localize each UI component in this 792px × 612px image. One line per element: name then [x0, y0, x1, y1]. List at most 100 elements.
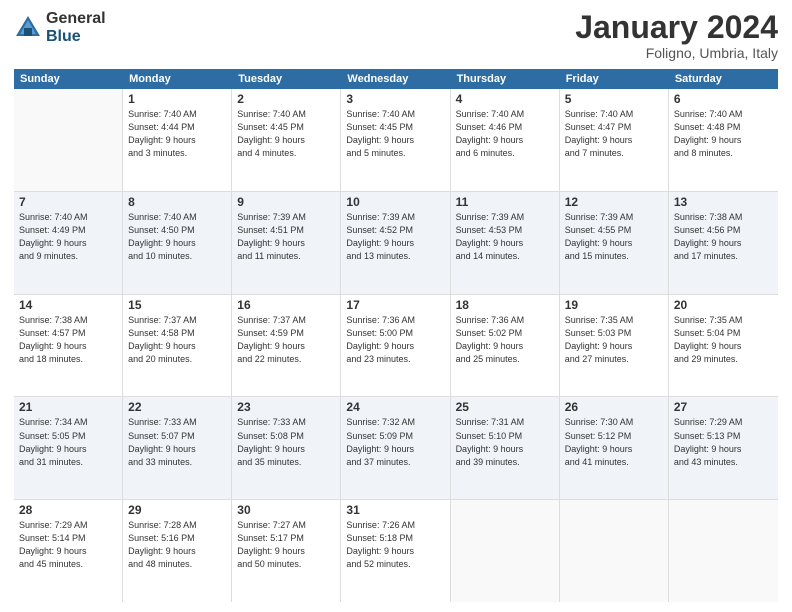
- day-info: Sunrise: 7:34 AM Sunset: 5:05 PM Dayligh…: [19, 416, 117, 468]
- calendar-cell-5-5: [451, 500, 560, 602]
- day-number: 8: [128, 195, 226, 209]
- header: General Blue January 2024 Foligno, Umbri…: [14, 10, 778, 61]
- calendar-cell-2-7: 13Sunrise: 7:38 AM Sunset: 4:56 PM Dayli…: [669, 192, 778, 294]
- day-info: Sunrise: 7:33 AM Sunset: 5:08 PM Dayligh…: [237, 416, 335, 468]
- calendar-cell-1-2: 1 Sunrise: 7:40 AM Sunset: 4:44 PM Daylig…: [123, 89, 232, 191]
- day-number: 14: [19, 298, 117, 312]
- day-info: Sunrise: 7:40 AM Sunset: 4:45 PM Dayligh…: [237, 108, 335, 160]
- day-info: Sunrise: 7:39 AM Sunset: 4:53 PM Dayligh…: [456, 211, 554, 263]
- calendar-cell-4-7: 27 Sunrise: 7:29 AM Sunset: 5:13 PM Dayli…: [669, 397, 778, 499]
- header-day-friday: Friday: [560, 69, 669, 89]
- calendar-header: SundayMondayTuesdayWednesdayThursdayFrid…: [14, 69, 778, 89]
- title-location: Foligno, Umbria, Italy: [575, 45, 778, 61]
- day-number: 18: [456, 298, 554, 312]
- day-number: 3: [346, 92, 444, 106]
- header-day-sunday: Sunday: [14, 69, 123, 89]
- day-info: Sunrise: 7:35 AM Sunset: 5:03 PM Dayligh…: [565, 314, 663, 366]
- calendar-cell-5-3: 30Sunrise: 7:27 AM Sunset: 5:17 PM Dayli…: [232, 500, 341, 602]
- day-info: Sunrise: 7:40 AM Sunset: 4:47 PM Dayligh…: [565, 108, 663, 160]
- calendar-cell-5-6: [560, 500, 669, 602]
- day-number: 13: [674, 195, 773, 209]
- day-number: 26: [565, 400, 663, 414]
- logo-text: General Blue: [46, 10, 106, 45]
- logo-general: General: [46, 10, 106, 28]
- calendar-cell-5-1: 28 Sunrise: 7:29 AM Sunset: 5:14 PM Dayli…: [14, 500, 123, 602]
- day-info: Sunrise: 7:40 AM Sunset: 4:45 PM Dayligh…: [346, 108, 444, 160]
- calendar-cell-2-1: 7 Sunrise: 7:40 AM Sunset: 4:49 PM Daylig…: [14, 192, 123, 294]
- calendar-cell-4-4: 24 Sunrise: 7:32 AM Sunset: 5:09 PM Dayli…: [341, 397, 450, 499]
- day-number: 4: [456, 92, 554, 106]
- day-number: 29: [128, 503, 226, 517]
- calendar-cell-4-6: 26Sunrise: 7:30 AM Sunset: 5:12 PM Dayli…: [560, 397, 669, 499]
- day-number: 17: [346, 298, 444, 312]
- calendar-cell-3-7: 20 Sunrise: 7:35 AM Sunset: 5:04 PM Dayli…: [669, 295, 778, 397]
- day-number: 25: [456, 400, 554, 414]
- header-day-thursday: Thursday: [451, 69, 560, 89]
- header-day-saturday: Saturday: [669, 69, 778, 89]
- day-info: Sunrise: 7:39 AM Sunset: 4:51 PM Dayligh…: [237, 211, 335, 263]
- day-number: 2: [237, 92, 335, 106]
- calendar-cell-1-3: 2 Sunrise: 7:40 AM Sunset: 4:45 PM Daylig…: [232, 89, 341, 191]
- day-number: 9: [237, 195, 335, 209]
- day-number: 11: [456, 195, 554, 209]
- calendar-cell-4-5: 25 Sunrise: 7:31 AM Sunset: 5:10 PM Dayli…: [451, 397, 560, 499]
- day-number: 20: [674, 298, 773, 312]
- logo-blue: Blue: [46, 28, 106, 46]
- day-info: Sunrise: 7:40 AM Sunset: 4:44 PM Dayligh…: [128, 108, 226, 160]
- logo-icon: [14, 14, 42, 42]
- day-number: 24: [346, 400, 444, 414]
- day-number: 6: [674, 92, 773, 106]
- calendar-cell-5-4: 31Sunrise: 7:26 AM Sunset: 5:18 PM Dayli…: [341, 500, 450, 602]
- calendar-cell-5-2: 29Sunrise: 7:28 AM Sunset: 5:16 PM Dayli…: [123, 500, 232, 602]
- header-day-wednesday: Wednesday: [341, 69, 450, 89]
- calendar-cell-4-3: 23 Sunrise: 7:33 AM Sunset: 5:08 PM Dayli…: [232, 397, 341, 499]
- day-info: Sunrise: 7:40 AM Sunset: 4:48 PM Dayligh…: [674, 108, 773, 160]
- calendar-cell-4-2: 22Sunrise: 7:33 AM Sunset: 5:07 PM Dayli…: [123, 397, 232, 499]
- calendar-cell-3-6: 19Sunrise: 7:35 AM Sunset: 5:03 PM Dayli…: [560, 295, 669, 397]
- calendar-cell-3-2: 15 Sunrise: 7:37 AM Sunset: 4:58 PM Dayli…: [123, 295, 232, 397]
- day-info: Sunrise: 7:40 AM Sunset: 4:50 PM Dayligh…: [128, 211, 226, 263]
- day-number: 28: [19, 503, 117, 517]
- calendar-cell-3-4: 17Sunrise: 7:36 AM Sunset: 5:00 PM Dayli…: [341, 295, 450, 397]
- calendar-cell-1-1: [14, 89, 123, 191]
- day-info: Sunrise: 7:40 AM Sunset: 4:49 PM Dayligh…: [19, 211, 117, 263]
- calendar-cell-3-1: 14 Sunrise: 7:38 AM Sunset: 4:57 PM Dayli…: [14, 295, 123, 397]
- day-number: 7: [19, 195, 117, 209]
- calendar-body: 1 Sunrise: 7:40 AM Sunset: 4:44 PM Daylig…: [14, 89, 778, 602]
- day-info: Sunrise: 7:39 AM Sunset: 4:55 PM Dayligh…: [565, 211, 663, 263]
- day-number: 23: [237, 400, 335, 414]
- header-day-monday: Monday: [123, 69, 232, 89]
- calendar-cell-1-4: 3 Sunrise: 7:40 AM Sunset: 4:45 PM Daylig…: [341, 89, 450, 191]
- calendar-row-3: 14 Sunrise: 7:38 AM Sunset: 4:57 PM Dayli…: [14, 295, 778, 398]
- day-info: Sunrise: 7:35 AM Sunset: 5:04 PM Dayligh…: [674, 314, 773, 366]
- calendar-cell-2-5: 11 Sunrise: 7:39 AM Sunset: 4:53 PM Dayli…: [451, 192, 560, 294]
- day-number: 5: [565, 92, 663, 106]
- calendar-cell-3-3: 16Sunrise: 7:37 AM Sunset: 4:59 PM Dayli…: [232, 295, 341, 397]
- calendar-cell-1-5: 4 Sunrise: 7:40 AM Sunset: 4:46 PM Daylig…: [451, 89, 560, 191]
- title-month: January 2024: [575, 10, 778, 45]
- day-info: Sunrise: 7:31 AM Sunset: 5:10 PM Dayligh…: [456, 416, 554, 468]
- day-info: Sunrise: 7:29 AM Sunset: 5:14 PM Dayligh…: [19, 519, 117, 571]
- day-info: Sunrise: 7:38 AM Sunset: 4:57 PM Dayligh…: [19, 314, 117, 366]
- day-number: 27: [674, 400, 773, 414]
- day-number: 10: [346, 195, 444, 209]
- day-number: 21: [19, 400, 117, 414]
- day-info: Sunrise: 7:27 AM Sunset: 5:17 PM Dayligh…: [237, 519, 335, 571]
- day-number: 1: [128, 92, 226, 106]
- day-info: Sunrise: 7:37 AM Sunset: 4:58 PM Dayligh…: [128, 314, 226, 366]
- calendar-cell-4-1: 21 Sunrise: 7:34 AM Sunset: 5:05 PM Dayli…: [14, 397, 123, 499]
- title-block: January 2024 Foligno, Umbria, Italy: [575, 10, 778, 61]
- calendar-cell-3-5: 18Sunrise: 7:36 AM Sunset: 5:02 PM Dayli…: [451, 295, 560, 397]
- header-day-tuesday: Tuesday: [232, 69, 341, 89]
- day-number: 12: [565, 195, 663, 209]
- day-number: 16: [237, 298, 335, 312]
- day-info: Sunrise: 7:39 AM Sunset: 4:52 PM Dayligh…: [346, 211, 444, 263]
- day-info: Sunrise: 7:29 AM Sunset: 5:13 PM Dayligh…: [674, 416, 773, 468]
- logo: General Blue: [14, 10, 106, 45]
- calendar-cell-1-6: 5 Sunrise: 7:40 AM Sunset: 4:47 PM Daylig…: [560, 89, 669, 191]
- calendar-cell-5-7: [669, 500, 778, 602]
- day-number: 15: [128, 298, 226, 312]
- day-info: Sunrise: 7:33 AM Sunset: 5:07 PM Dayligh…: [128, 416, 226, 468]
- day-info: Sunrise: 7:32 AM Sunset: 5:09 PM Dayligh…: [346, 416, 444, 468]
- day-info: Sunrise: 7:40 AM Sunset: 4:46 PM Dayligh…: [456, 108, 554, 160]
